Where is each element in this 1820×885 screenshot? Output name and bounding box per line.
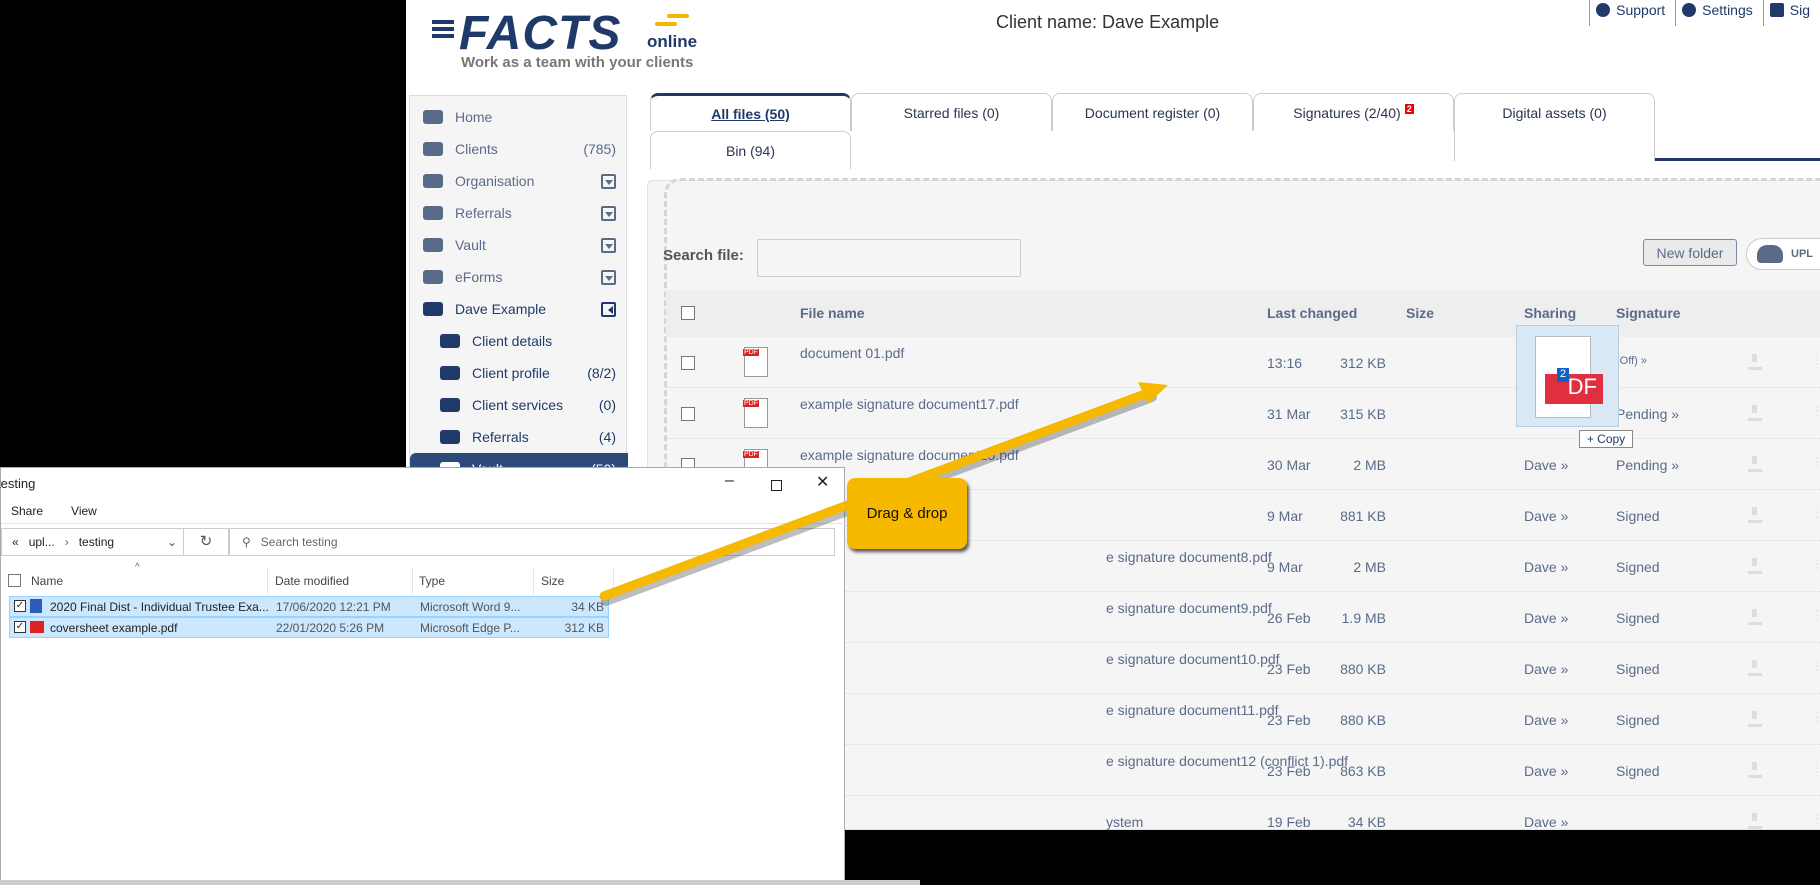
drag-drop-callout: Drag & drop — [847, 478, 967, 549]
drag-arrow — [599, 382, 1168, 606]
taskbar-strip — [0, 880, 920, 885]
